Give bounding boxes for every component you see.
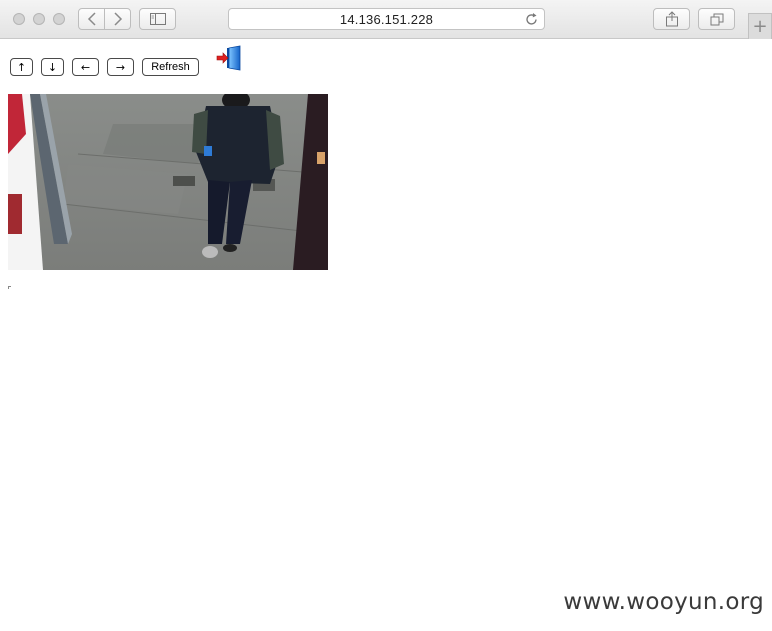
address-bar[interactable]: 14.136.151.228 xyxy=(228,8,545,30)
new-tab-button[interactable]: + xyxy=(748,13,772,39)
sidebar-button[interactable] xyxy=(139,8,176,30)
address-url: 14.136.151.228 xyxy=(339,11,434,27)
minimize-window-button[interactable] xyxy=(33,13,45,25)
share-icon xyxy=(665,11,678,27)
back-button[interactable] xyxy=(78,8,105,30)
zoom-window-button[interactable] xyxy=(53,13,65,25)
back-chevron-icon xyxy=(87,12,96,26)
forward-button[interactable] xyxy=(104,8,131,30)
broken-image-placeholder xyxy=(8,286,11,289)
pan-right-button[interactable]: → xyxy=(107,58,134,76)
refresh-button[interactable]: Refresh xyxy=(142,58,199,76)
watermark: www.wooyun.org xyxy=(563,589,764,615)
plus-icon: + xyxy=(752,16,768,37)
pan-down-button[interactable]: ↓ xyxy=(41,58,64,76)
share-button[interactable] xyxy=(653,8,690,30)
pan-left-button[interactable]: ← xyxy=(72,58,99,76)
reload-icon[interactable] xyxy=(524,12,539,27)
camera-snapshot xyxy=(8,94,328,270)
forward-chevron-icon xyxy=(113,12,122,26)
sidebar-icon xyxy=(149,13,166,25)
exit-door-icon[interactable] xyxy=(216,45,244,72)
tabs-overview-icon xyxy=(710,13,723,25)
camera-frame-image xyxy=(8,94,328,270)
pan-up-button[interactable]: ↑ xyxy=(10,58,33,76)
close-window-button[interactable] xyxy=(13,13,25,25)
tabs-overview-button[interactable] xyxy=(698,8,735,30)
browser-toolbar: 14.136.151.228 + xyxy=(0,0,772,39)
